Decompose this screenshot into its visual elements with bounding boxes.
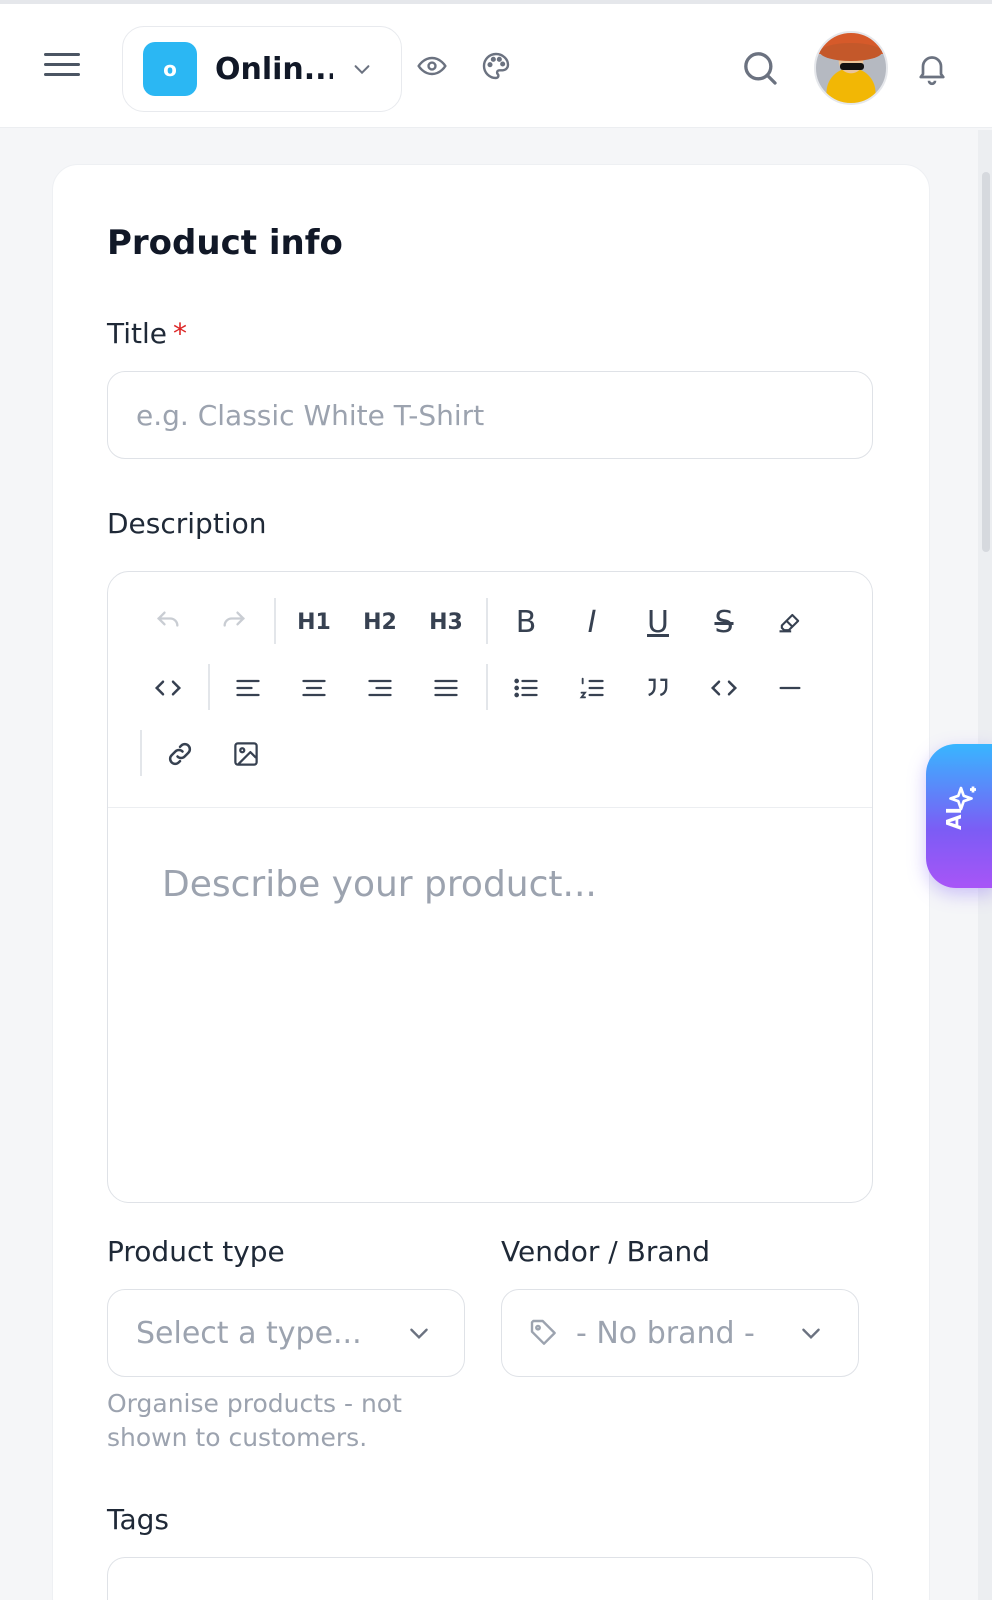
image-icon	[234, 742, 258, 766]
insert-image-button[interactable]	[220, 728, 272, 780]
search-icon[interactable]	[740, 48, 780, 88]
underline-button[interactable]: U	[632, 596, 684, 648]
code-view-button[interactable]	[142, 662, 194, 714]
description-text-area[interactable]: Describe your product...	[108, 808, 872, 1202]
product-type-select[interactable]: Select a type...	[107, 1289, 465, 1377]
code-block-icon	[710, 680, 738, 696]
store-name: Onlin...	[215, 51, 333, 87]
hamburger-menu-button[interactable]	[42, 48, 82, 88]
required-mark: *	[173, 317, 188, 350]
title-label: Title *	[107, 317, 187, 350]
vendor-select[interactable]: - No brand -	[501, 1289, 859, 1377]
align-center-icon	[302, 679, 326, 697]
quote-icon	[648, 678, 668, 697]
product-info-card: Product info Title* Description H1 H2 H3…	[52, 164, 930, 1600]
horizontal-rule-icon	[779, 686, 801, 690]
link-icon	[168, 742, 192, 766]
toolbar-divider	[208, 664, 210, 710]
redo-icon	[223, 611, 245, 627]
eye-icon[interactable]	[416, 50, 448, 82]
avatar-hat	[820, 43, 882, 61]
italic-button[interactable]: I	[566, 596, 618, 648]
align-right-button[interactable]	[354, 662, 406, 714]
page-scrollbar-thumb[interactable]	[982, 172, 990, 552]
align-left-button[interactable]	[222, 662, 274, 714]
store-logo: o	[143, 42, 197, 96]
editor-toolbar: H1 H2 H3 B I U S	[108, 572, 872, 808]
align-left-icon	[236, 679, 260, 697]
horizontal-rule-button[interactable]	[764, 662, 816, 714]
undo-button[interactable]	[142, 596, 194, 648]
code-block-button[interactable]	[698, 662, 750, 714]
bold-button[interactable]: B	[500, 596, 552, 648]
vendor-label: Vendor / Brand	[501, 1235, 711, 1268]
undo-icon	[157, 611, 179, 627]
clear-format-button[interactable]	[764, 596, 816, 648]
toolbar-divider	[140, 730, 142, 776]
product-type-placeholder: Select a type...	[136, 1315, 362, 1351]
align-justify-button[interactable]	[420, 662, 472, 714]
palette-icon[interactable]	[480, 50, 512, 82]
menu-bar	[44, 73, 80, 76]
ai-assistant-button[interactable]: AI	[926, 744, 992, 888]
code-icon	[154, 680, 182, 696]
toolbar-divider	[486, 664, 488, 710]
chevron-down-icon	[354, 65, 370, 75]
product-type-label: Product type	[107, 1235, 285, 1268]
menu-bar	[44, 53, 80, 56]
tags-input[interactable]	[107, 1557, 873, 1600]
strikethrough-button[interactable]: S	[698, 596, 750, 648]
title-input[interactable]	[107, 371, 873, 459]
avatar-glasses	[840, 63, 864, 70]
bell-icon[interactable]	[914, 50, 950, 86]
tag-icon	[530, 1319, 556, 1345]
heading-2-button[interactable]: H2	[354, 596, 406, 648]
bullet-list-button[interactable]	[500, 662, 552, 714]
user-avatar[interactable]	[814, 31, 888, 105]
bullet-list-icon	[514, 678, 538, 698]
menu-bar	[44, 63, 80, 66]
chevron-down-icon	[410, 1328, 428, 1340]
card-title: Product info	[107, 223, 343, 263]
eraser-icon	[779, 613, 800, 633]
store-switcher[interactable]: o Onlin...	[122, 26, 402, 112]
numbered-list-icon	[579, 677, 604, 699]
top-header: o Onlin...	[0, 4, 992, 128]
heading-3-button[interactable]: H3	[420, 596, 472, 648]
insert-link-button[interactable]	[154, 728, 206, 780]
toolbar-divider	[274, 598, 276, 644]
ai-label: AI	[942, 807, 966, 830]
align-center-button[interactable]	[288, 662, 340, 714]
description-label: Description	[107, 507, 267, 540]
title-label-text: Title	[107, 317, 168, 350]
toolbar-divider	[486, 598, 488, 644]
align-justify-icon	[434, 679, 458, 697]
vendor-value: - No brand -	[576, 1315, 755, 1351]
align-right-icon	[368, 679, 392, 697]
redo-button[interactable]	[208, 596, 260, 648]
chevron-down-icon	[802, 1328, 820, 1340]
heading-1-button[interactable]: H1	[288, 596, 340, 648]
blockquote-button[interactable]	[632, 662, 684, 714]
product-type-help-text: Organise products - not shown to custome…	[107, 1389, 402, 1452]
store-initial: o	[163, 57, 177, 81]
tags-label: Tags	[107, 1503, 169, 1536]
description-editor: H1 H2 H3 B I U S Describe your product..…	[107, 571, 873, 1203]
numbered-list-button[interactable]	[566, 662, 618, 714]
